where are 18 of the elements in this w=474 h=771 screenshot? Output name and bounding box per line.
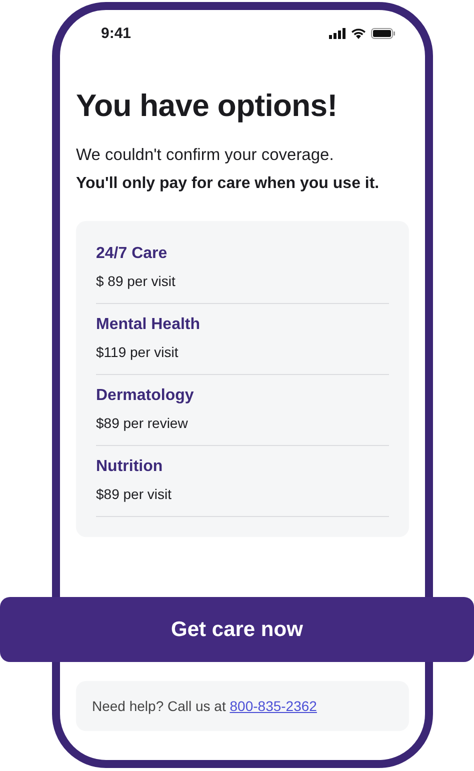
service-name: Mental Health — [96, 316, 202, 334]
get-care-button[interactable]: Get care now — [0, 597, 474, 662]
service-price: $89 per visit — [96, 486, 172, 502]
service-price: $ 89 per visit — [96, 273, 176, 289]
coverage-message: We couldn't confirm your coverage. — [76, 146, 335, 165]
service-price: $119 per visit — [96, 344, 180, 360]
help-text: Need help? Call us at — [92, 698, 226, 714]
service-name: Nutrition — [96, 458, 164, 476]
page-heading: You have options! — [76, 88, 338, 124]
battery-icon — [371, 28, 395, 38]
service-price: $89 per review — [96, 415, 189, 431]
payment-note: You'll only pay for care when you use it. — [76, 175, 380, 193]
status-time: 9:41 — [101, 24, 132, 42]
service-name: 24/7 Care — [96, 245, 168, 263]
wifi-icon — [351, 28, 366, 38]
phone-link[interactable]: 800-835-2362 — [230, 698, 317, 714]
service-name: Dermatology — [96, 387, 195, 405]
signal-icon — [329, 28, 346, 38]
